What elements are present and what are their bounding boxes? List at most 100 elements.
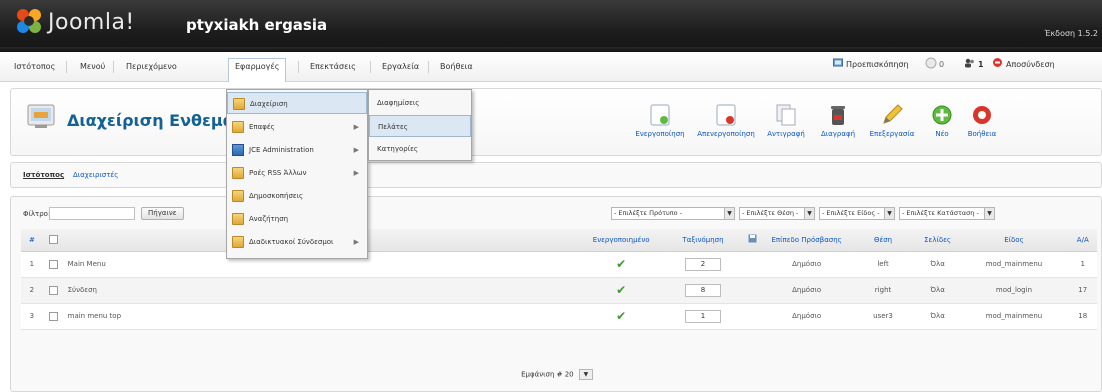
delete-button[interactable]: Διαγραφή — [813, 103, 863, 147]
dropdown-item-banners[interactable]: Διαχείριση — [227, 92, 367, 114]
module-list-box: Φίλτρο: Πήγαινε - Επιλέξτε Πρότυπο - ▼ -… — [10, 196, 1102, 392]
folder-icon — [233, 98, 245, 110]
disable-icon — [716, 104, 736, 126]
preview-link[interactable]: Προεπισκόπηση — [846, 60, 909, 69]
components-dropdown: Διαχείριση Επαφές ▶ JCE Administration ▶… — [226, 89, 368, 259]
enable-label: Ενεργοποίηση — [635, 130, 685, 138]
module-title-link[interactable]: main menu top — [64, 303, 578, 330]
menu-content[interactable]: Περιεχόμενο — [120, 59, 183, 75]
module-title-link[interactable]: Σύνδεση — [64, 277, 578, 304]
row-checkbox[interactable] — [49, 311, 59, 321]
go-button[interactable]: Πήγαινε — [141, 207, 184, 220]
menu-components[interactable]: Εφαρμογές — [228, 58, 287, 82]
submenu-item-categories[interactable]: Κατηγορίες — [369, 138, 471, 160]
template-select[interactable]: - Επιλέξτε Πρότυπο - ▼ — [611, 207, 735, 220]
disable-button[interactable]: Απενεργοποίηση — [695, 103, 757, 147]
header-id[interactable]: A/A — [1068, 229, 1097, 252]
state-select[interactable]: - Επιλέξτε Κατάσταση - ▼ — [899, 207, 995, 220]
submenu-site[interactable]: Ιστότοπος — [23, 171, 64, 179]
dropdown-item-search[interactable]: Αναζήτηση — [227, 208, 367, 230]
enable-icon — [650, 104, 670, 126]
header-checkbox[interactable] — [42, 229, 65, 252]
version-label: Έκδοση 1.5.2 — [1044, 29, 1098, 38]
type-select[interactable]: - Επιλέξτε Είδος - ▼ — [819, 207, 895, 220]
chevron-right-icon: ▶ — [353, 238, 359, 246]
chevron-down-icon: ▼ — [804, 208, 814, 219]
trash-icon — [831, 106, 845, 125]
limit-select[interactable]: ▼ — [578, 369, 593, 380]
enable-button[interactable]: Ενεργοποίηση — [635, 103, 685, 147]
table-header-row: # Ενεργοποιημένο Ταξινόμηση Επίπεδο Πρόσ… — [21, 229, 1097, 252]
folder-icon — [232, 190, 244, 202]
chevron-right-icon: ▶ — [353, 146, 359, 154]
submenu-administrators[interactable]: Διαχειριστές — [73, 171, 118, 179]
row-checkbox[interactable] — [49, 259, 59, 269]
edit-button[interactable]: Επεξεργασία — [867, 103, 917, 147]
dropdown-item-polls[interactable]: Δημοσκοπήσεις — [227, 185, 367, 207]
header-enabled[interactable]: Ενεργοποιημένο — [577, 229, 665, 252]
access-link[interactable]: Δημόσιο — [763, 251, 851, 278]
order-input[interactable]: 2 — [685, 257, 721, 271]
row-checkbox[interactable] — [49, 285, 59, 295]
header-order[interactable]: Ταξινόμηση — [664, 229, 742, 252]
order-cell: 8 — [664, 277, 742, 304]
order-input[interactable]: 8 — [685, 283, 721, 297]
menu-menus[interactable]: Μενού — [74, 59, 111, 75]
joomla-logo-icon — [17, 9, 41, 33]
header-position[interactable]: Θέση — [850, 229, 916, 252]
header-access[interactable]: Επίπεδο Πρόσβασης — [763, 229, 851, 252]
order-input[interactable]: 1 — [685, 309, 721, 323]
submenu-box: Ιστότοπος Διαχειριστές — [10, 162, 1102, 188]
users-icon — [964, 58, 975, 70]
submenu-item-clients[interactable]: Πελάτες — [369, 115, 471, 137]
save-order-icon[interactable] — [741, 229, 763, 252]
folder-icon — [232, 167, 244, 179]
dropdown-item-newsfeeds[interactable]: Ροές RSS Άλλων ▶ — [227, 162, 367, 184]
jce-icon — [232, 144, 244, 156]
checkmark-icon[interactable]: ✔ — [616, 257, 626, 271]
access-link[interactable]: Δημόσιο — [763, 277, 851, 304]
select-all-checkbox[interactable] — [49, 235, 59, 245]
menu-site[interactable]: Ιστότοπος — [8, 59, 61, 75]
row-num: 1 — [21, 251, 43, 278]
dropdown-item-contacts[interactable]: Επαφές ▶ — [227, 116, 367, 138]
pages-cell: Όλα — [915, 251, 960, 278]
joomla-logo-text: Joomla! — [48, 10, 135, 35]
menu-help[interactable]: Βοήθεια — [434, 59, 479, 75]
filter-input[interactable] — [49, 207, 135, 220]
header-type[interactable]: Είδος — [959, 229, 1069, 252]
checkmark-icon[interactable]: ✔ — [616, 309, 626, 323]
logout-link[interactable]: Αποσύνδεση — [1006, 60, 1055, 69]
edit-label: Επεξεργασία — [869, 130, 915, 138]
menu-tools[interactable]: Εργαλεία — [376, 59, 425, 75]
help-label: Βοήθεια — [967, 130, 997, 138]
messages-count[interactable]: 0 — [939, 60, 944, 69]
position-select[interactable]: - Επιλέξτε Θέση - ▼ — [739, 207, 815, 220]
chevron-down-icon: ▼ — [724, 208, 734, 219]
dropdown-item-weblinks[interactable]: Διαδικτυακοί Σύνδεσμοι ▶ — [227, 231, 367, 253]
position-cell: right — [850, 277, 916, 304]
table-row: 1 Main Menu ✔ 2 Δημόσιο left Όλα mod_mai… — [21, 251, 1097, 278]
row-checkbox-cell — [42, 277, 65, 304]
submenu-item-banners[interactable]: Διαφημίσεις — [369, 92, 471, 114]
enabled-cell: ✔ — [577, 277, 665, 304]
dropdown-item-jce[interactable]: JCE Administration ▶ — [227, 139, 367, 161]
header-pages[interactable]: Σελίδες — [915, 229, 960, 252]
type-cell: mod_login — [959, 277, 1069, 304]
dropdown-label: Ροές RSS Άλλων — [249, 169, 307, 177]
preview-icon[interactable] — [833, 58, 843, 70]
chevron-right-icon: ▶ — [353, 169, 359, 177]
logout-icon[interactable] — [992, 57, 1003, 70]
dropdown-label: Διαχείριση — [250, 100, 288, 108]
modules-table: # Ενεργοποιημένο Ταξινόμηση Επίπεδο Πρόσ… — [21, 229, 1097, 330]
copy-button[interactable]: Αντιγραφή — [761, 103, 811, 147]
pencil-icon — [883, 104, 903, 124]
help-button[interactable]: Βοήθεια — [957, 103, 1007, 147]
access-link[interactable]: Δημόσιο — [763, 303, 851, 330]
pages-cell: Όλα — [915, 277, 960, 304]
position-select-value: - Επιλέξτε Θέση - — [742, 209, 799, 217]
checkmark-icon[interactable]: ✔ — [616, 283, 626, 297]
menu-extensions[interactable]: Επεκτάσεις — [304, 59, 362, 75]
order-cell: 1 — [664, 303, 742, 330]
chevron-down-icon: ▼ — [884, 208, 894, 219]
